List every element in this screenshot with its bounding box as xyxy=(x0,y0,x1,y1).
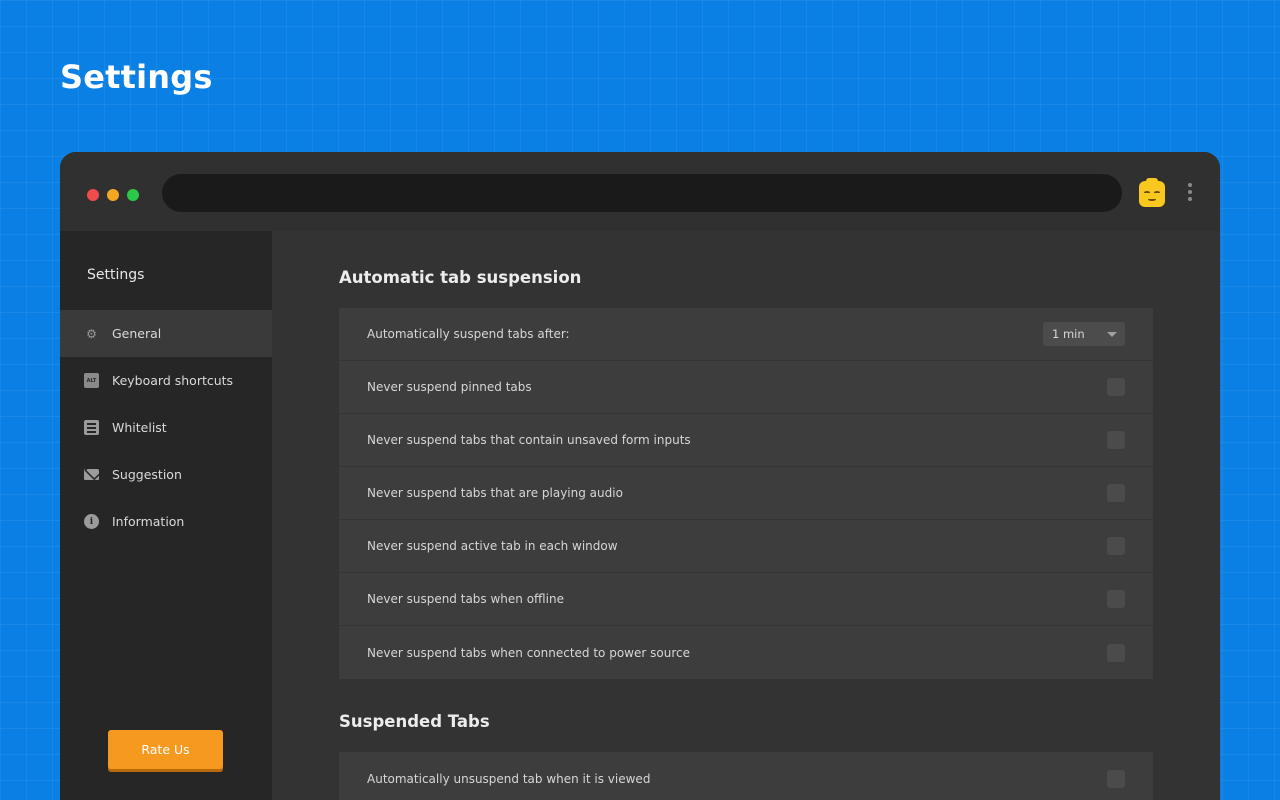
setting-row-playing-audio: Never suspend tabs that are playing audi… xyxy=(339,467,1153,520)
face-emoji-icon[interactable] xyxy=(1139,178,1165,207)
sidebar-header: Settings xyxy=(87,267,145,283)
title-bar xyxy=(60,152,1220,231)
minimize-window-dot[interactable] xyxy=(107,189,119,201)
suspend-delay-select[interactable]: 1 min xyxy=(1043,322,1125,346)
active-tab-checkbox[interactable] xyxy=(1107,537,1125,555)
list-icon xyxy=(84,420,99,435)
sidebar-item-label: Suggestion xyxy=(112,467,182,482)
unsuspend-on-view-checkbox[interactable] xyxy=(1107,769,1125,788)
offline-checkbox[interactable] xyxy=(1107,590,1125,608)
info-icon: i xyxy=(84,514,99,529)
maximize-window-dot[interactable] xyxy=(127,189,139,201)
setting-label: Never suspend tabs that are playing audi… xyxy=(367,486,623,500)
sidebar-item-label: General xyxy=(112,326,162,341)
gear-icon: ⚙ xyxy=(86,326,97,341)
rate-us-button[interactable]: Rate Us xyxy=(108,730,223,769)
section-title-suspended-tabs: Suspended Tabs xyxy=(339,712,490,731)
setting-label: Automatically suspend tabs after: xyxy=(367,327,570,341)
alt-key-icon: ALT xyxy=(84,373,99,388)
close-window-dot[interactable] xyxy=(87,189,99,201)
power-source-checkbox[interactable] xyxy=(1107,643,1125,662)
settings-panel-suspended-tabs: Automatically unsuspend tab when it is v… xyxy=(339,752,1153,800)
select-value: 1 min xyxy=(1052,327,1085,341)
sidebar: Settings ⚙ General ALT Keyboard shortcut… xyxy=(60,231,272,800)
sidebar-item-suggestion[interactable]: Suggestion xyxy=(60,451,272,498)
sidebar-item-keyboard-shortcuts[interactable]: ALT Keyboard shortcuts xyxy=(60,357,272,404)
browser-window: Settings ⚙ General ALT Keyboard shortcut… xyxy=(60,152,1220,800)
settings-content: Automatic tab suspension Automatically s… xyxy=(272,231,1220,800)
setting-row-unsaved-forms: Never suspend tabs that contain unsaved … xyxy=(339,414,1153,467)
sidebar-item-label: Whitelist xyxy=(112,420,167,435)
sidebar-item-label: Information xyxy=(112,514,185,529)
section-title-automatic-tab-suspension: Automatic tab suspension xyxy=(339,268,582,287)
page-title: Settings xyxy=(60,58,213,96)
setting-row-offline: Never suspend tabs when offline xyxy=(339,573,1153,626)
sidebar-item-general[interactable]: ⚙ General xyxy=(60,310,272,357)
sidebar-item-whitelist[interactable]: Whitelist xyxy=(60,404,272,451)
setting-row-pinned-tabs: Never suspend pinned tabs xyxy=(339,361,1153,414)
settings-panel-suspension: Automatically suspend tabs after: 1 min … xyxy=(339,308,1153,679)
envelope-icon xyxy=(84,469,99,480)
pinned-tabs-checkbox[interactable] xyxy=(1107,378,1125,396)
setting-label: Automatically unsuspend tab when it is v… xyxy=(367,771,651,786)
setting-label: Never suspend tabs when connected to pow… xyxy=(367,645,690,660)
setting-row-power-source: Never suspend tabs when connected to pow… xyxy=(339,626,1153,679)
unsaved-forms-checkbox[interactable] xyxy=(1107,431,1125,449)
chevron-down-icon xyxy=(1107,331,1117,337)
setting-label: Never suspend tabs that contain unsaved … xyxy=(367,433,691,447)
playing-audio-checkbox[interactable] xyxy=(1107,484,1125,502)
sidebar-item-information[interactable]: i Information xyxy=(60,498,272,545)
address-bar[interactable] xyxy=(162,174,1122,212)
sidebar-item-label: Keyboard shortcuts xyxy=(112,373,234,388)
setting-row-active-tab: Never suspend active tab in each window xyxy=(339,520,1153,573)
kebab-menu-icon[interactable] xyxy=(1186,183,1194,205)
setting-label: Never suspend active tab in each window xyxy=(367,539,618,553)
setting-row-unsuspend-on-view: Automatically unsuspend tab when it is v… xyxy=(339,752,1153,800)
setting-row-suspend-after: Automatically suspend tabs after: 1 min xyxy=(339,308,1153,361)
setting-label: Never suspend tabs when offline xyxy=(367,592,564,606)
setting-label: Never suspend pinned tabs xyxy=(367,380,532,394)
